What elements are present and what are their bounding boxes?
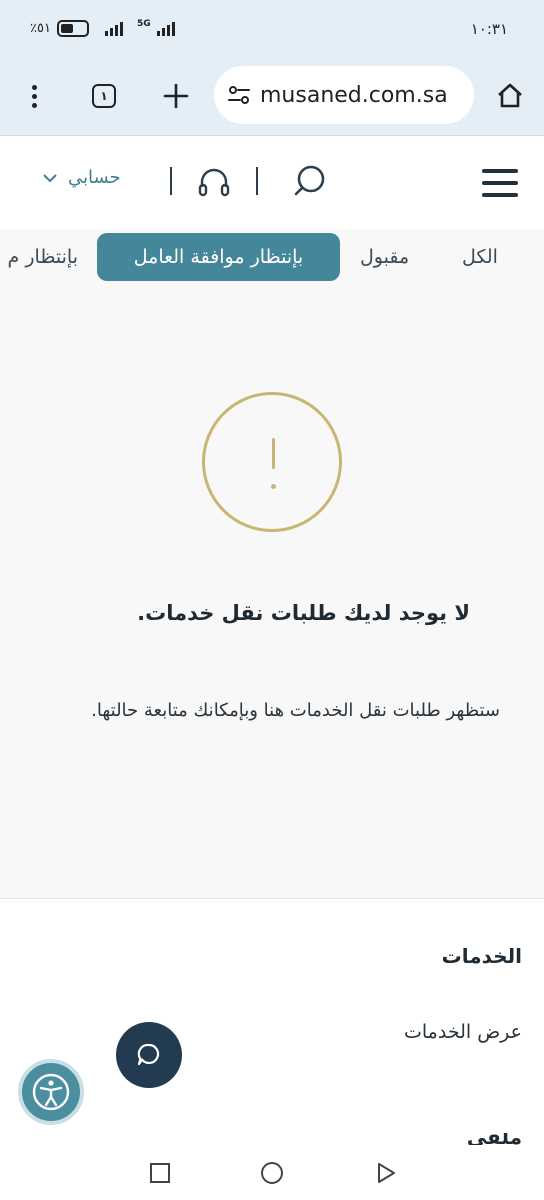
tab-all[interactable]: الكل bbox=[462, 233, 498, 281]
warning-circle-icon bbox=[202, 392, 342, 532]
home-icon[interactable] bbox=[490, 76, 530, 116]
site-header: حسابي bbox=[0, 137, 544, 229]
footer-section-title: الخدمات bbox=[441, 944, 522, 968]
empty-state-description: ستظهر طلبات نقل الخدمات هنا وبإمكانك متا… bbox=[91, 700, 500, 721]
accessibility-icon bbox=[32, 1073, 70, 1111]
account-label: حسابي bbox=[68, 167, 121, 188]
address-bar[interactable]: musaned.com.sa bbox=[214, 66, 474, 124]
signal-icon-2 bbox=[156, 20, 175, 36]
battery-icon bbox=[56, 19, 89, 37]
system-nav-bar bbox=[0, 1145, 544, 1200]
browser-toolbar: ١ musaned.com.sa bbox=[0, 60, 544, 136]
back-icon[interactable] bbox=[372, 1159, 400, 1187]
plus-icon[interactable] bbox=[156, 76, 196, 116]
site-settings-icon[interactable] bbox=[226, 82, 252, 108]
battery-percent: ٪٥١ bbox=[30, 20, 51, 36]
recents-icon[interactable] bbox=[146, 1159, 174, 1187]
url-text: musaned.com.sa bbox=[260, 82, 448, 108]
tab-count: ١ bbox=[92, 84, 116, 108]
status-bar: ٪٥١ 5G ١٠:٣١ bbox=[0, 0, 544, 60]
empty-state-title: لا يوجد لديك طلبات نقل خدمات. bbox=[137, 601, 470, 625]
tabs-button[interactable]: ١ bbox=[84, 76, 124, 116]
status-indicators: ٪٥١ 5G bbox=[30, 19, 175, 37]
chat-button[interactable] bbox=[116, 1022, 182, 1088]
home-nav-icon[interactable] bbox=[258, 1159, 286, 1187]
view-services-link[interactable]: عرض الخدمات bbox=[404, 1021, 522, 1043]
main-content: الكل مقبول بإنتظار موافقة العامل بإنتظار… bbox=[0, 229, 544, 899]
headset-icon[interactable] bbox=[194, 163, 234, 203]
divider bbox=[256, 167, 258, 195]
tab-accepted[interactable]: مقبول bbox=[360, 233, 409, 281]
tab-awaiting-worker-approval[interactable]: بإنتظار موافقة العامل bbox=[97, 233, 340, 281]
chevron-down-icon bbox=[43, 173, 57, 182]
network-label: 5G bbox=[136, 19, 151, 29]
chat-icon bbox=[137, 1043, 160, 1066]
divider bbox=[170, 167, 172, 195]
more-vert-icon[interactable] bbox=[14, 76, 54, 116]
accessibility-button[interactable] bbox=[18, 1059, 84, 1125]
account-menu-button[interactable]: حسابي bbox=[42, 167, 121, 188]
filter-tabs: الكل مقبول بإنتظار موافقة العامل بإنتظار… bbox=[0, 229, 544, 283]
clock: ١٠:٣١ bbox=[470, 20, 508, 38]
hamburger-icon[interactable] bbox=[482, 169, 518, 197]
search-icon[interactable] bbox=[290, 161, 330, 201]
signal-icon bbox=[104, 20, 123, 36]
tab-awaiting-partial[interactable]: بإنتظار م bbox=[0, 233, 78, 281]
footer-cut-link[interactable]: ملفي الشخصي bbox=[392, 1133, 522, 1145]
footer-cut-text: ملفي الشخصي bbox=[466, 1133, 522, 1145]
